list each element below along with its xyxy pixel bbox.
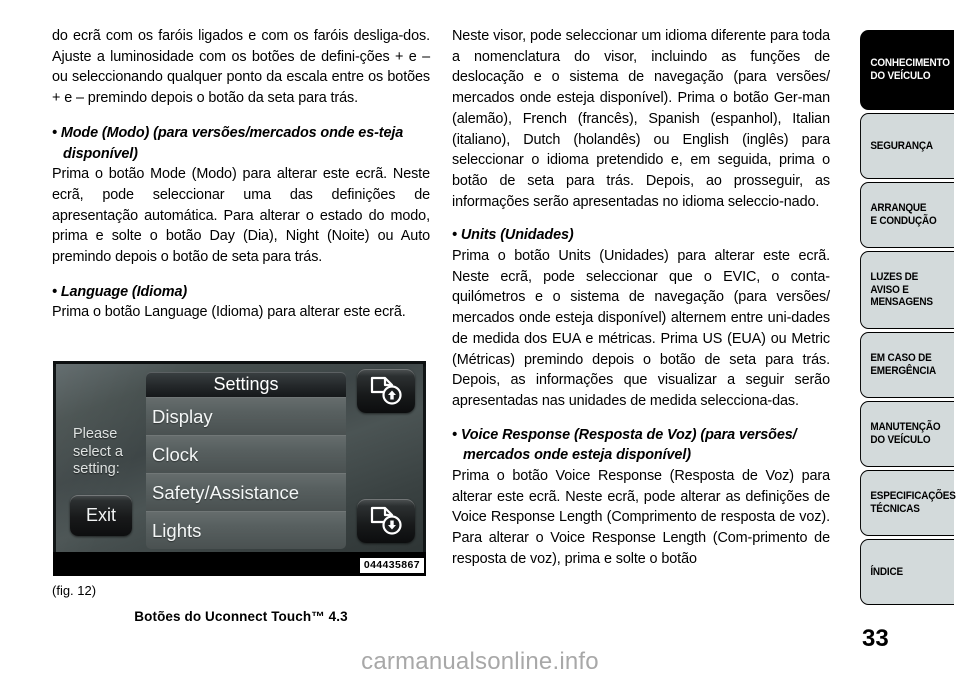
tab-line-1: ARRANQUE bbox=[870, 202, 927, 215]
right-text-column: Neste visor, pode seleccionar um idioma … bbox=[452, 26, 830, 570]
tab-line-2: DO VEÍCULO bbox=[870, 434, 931, 446]
tab-line-1: ÍNDICE bbox=[870, 565, 903, 578]
sidebar-tab-indice[interactable]: ÍNDICE bbox=[860, 539, 954, 605]
uconnect-screen: Please select a setting: Exit Settings D… bbox=[53, 361, 426, 576]
tab-line-2: DO VEÍCULO bbox=[870, 70, 931, 82]
tab-line-3: MENSAGENS bbox=[870, 296, 933, 309]
tab-line-2: EMERGÊNCIA bbox=[870, 365, 936, 377]
sidebar-tab-manutencao-do-veiculo[interactable]: MANUTENÇÃO DO VEÍCULO bbox=[860, 401, 954, 467]
tab-line-1: EM CASO DE bbox=[870, 352, 932, 365]
manual-page: do ecrã com os faróis ligados e com os f… bbox=[0, 0, 960, 678]
menu-item-lights[interactable]: Lights bbox=[146, 511, 346, 549]
tab-line-1: CONHECIMENTO bbox=[870, 57, 950, 70]
chapter-tabs: CONHECIMENTO DO VEÍCULO SEGURANÇA ARRANQ… bbox=[860, 0, 960, 640]
left-paragraph-3: Prima o botão Language (Idioma) para alt… bbox=[52, 304, 406, 321]
uconnect-screen-surface: Please select a setting: Exit Settings D… bbox=[56, 364, 423, 552]
page-down-button[interactable] bbox=[357, 499, 415, 543]
right-paragraph-1: Neste visor, pode seleccionar um idioma … bbox=[452, 28, 830, 210]
sidebar-tab-luzes-de-aviso-e-mensagens[interactable]: LUZES DE AVISO E MENSAGENS bbox=[860, 251, 954, 329]
figure-image-code: 044435867 bbox=[359, 558, 424, 573]
settings-menu: Settings Display Clock Safety/Assistance… bbox=[146, 372, 346, 549]
figure-label: (fig. 12) bbox=[52, 583, 97, 598]
sidebar-tab-seguranca[interactable]: SEGURANÇA bbox=[860, 113, 954, 179]
right-bullet-heading-units: • Units (Unidades) bbox=[452, 227, 574, 244]
left-paragraph-2: Prima o botão Mode (Modo) para alterar e… bbox=[52, 166, 430, 266]
tab-line-2: AVISO E bbox=[870, 283, 909, 296]
right-paragraph-2: Prima o botão Units (Unidades) para alte… bbox=[452, 248, 830, 409]
watermark-text: carmanualsonline.info bbox=[361, 648, 599, 675]
tab-line-1: MANUTENÇÃO bbox=[870, 421, 941, 434]
left-paragraph-1: do ecrã com os faróis ligados e com os f… bbox=[52, 28, 430, 107]
page-up-button[interactable] bbox=[357, 369, 415, 413]
figure-uconnect-touch: Please select a setting: Exit Settings D… bbox=[53, 361, 426, 576]
menu-item-safety-assistance[interactable]: Safety/Assistance bbox=[146, 473, 346, 511]
tab-line-2: TÉCNICAS bbox=[870, 503, 920, 515]
left-text-column: do ecrã com os faróis ligados e com os f… bbox=[52, 26, 430, 323]
left-bullet-heading-language: • Language (Idioma) bbox=[52, 283, 188, 300]
left-bullet-heading-mode: • Mode (Modo) (para versões/mercados ond… bbox=[52, 124, 404, 162]
sidebar-tab-conhecimento-do-veiculo[interactable]: CONHECIMENTO DO VEÍCULO bbox=[860, 30, 954, 110]
menu-item-display[interactable]: Display bbox=[146, 397, 346, 435]
sidebar-tab-em-caso-de-emergencia[interactable]: EM CASO DE EMERGÊNCIA bbox=[860, 332, 954, 398]
right-paragraph-3: Prima o botão Voice Response (Resposta d… bbox=[452, 468, 830, 567]
screen-prompt-text: Please select a setting: bbox=[73, 426, 123, 477]
tab-line-1: LUZES DE bbox=[870, 271, 919, 284]
tab-line-1: ESPECIFICAÇÕES bbox=[870, 490, 956, 503]
tab-line-2: E CONDUÇÃO bbox=[870, 215, 937, 227]
menu-title-settings: Settings bbox=[146, 372, 346, 397]
figure-caption: Botões do Uconnect Touch™ 4.3 bbox=[134, 609, 348, 624]
right-bullet-heading-voice-response: • Voice Response (Resposta de Voz) (para… bbox=[452, 426, 797, 464]
menu-item-clock[interactable]: Clock bbox=[146, 435, 346, 473]
sidebar-tab-arranque-e-conducao[interactable]: ARRANQUE E CONDUÇÃO bbox=[860, 182, 954, 248]
tab-line-1: SEGURANÇA bbox=[870, 139, 933, 152]
exit-button[interactable]: Exit bbox=[70, 495, 132, 536]
sidebar-tab-especificacoes-tecnicas[interactable]: ESPECIFICAÇÕES TÉCNICAS bbox=[860, 470, 956, 536]
